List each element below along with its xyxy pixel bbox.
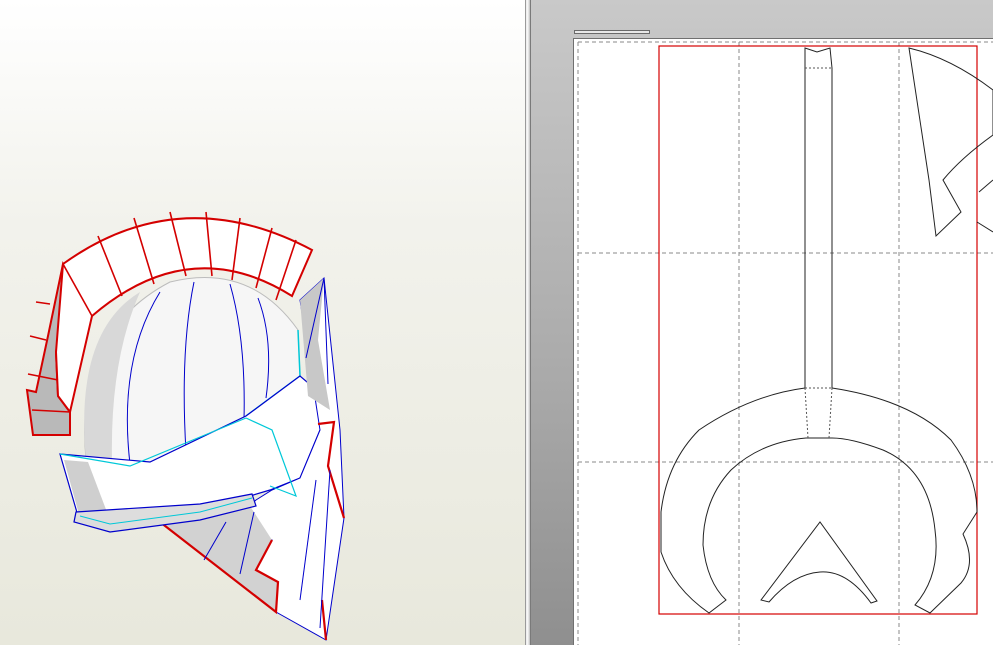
3d-model-view[interactable] bbox=[0, 0, 525, 645]
helmet-3d-model[interactable] bbox=[0, 0, 525, 645]
unfolded-part-cheek[interactable] bbox=[908, 47, 993, 238]
unfold-layout[interactable] bbox=[531, 0, 993, 645]
unfolded-part-brow[interactable] bbox=[660, 47, 978, 614]
unfolded-part-cheek-tab bbox=[976, 179, 993, 233]
unfolded-part-nose[interactable] bbox=[760, 521, 878, 604]
page-grid bbox=[577, 41, 993, 645]
printable-area-border bbox=[658, 45, 978, 615]
2d-unfold-view[interactable] bbox=[531, 0, 993, 645]
